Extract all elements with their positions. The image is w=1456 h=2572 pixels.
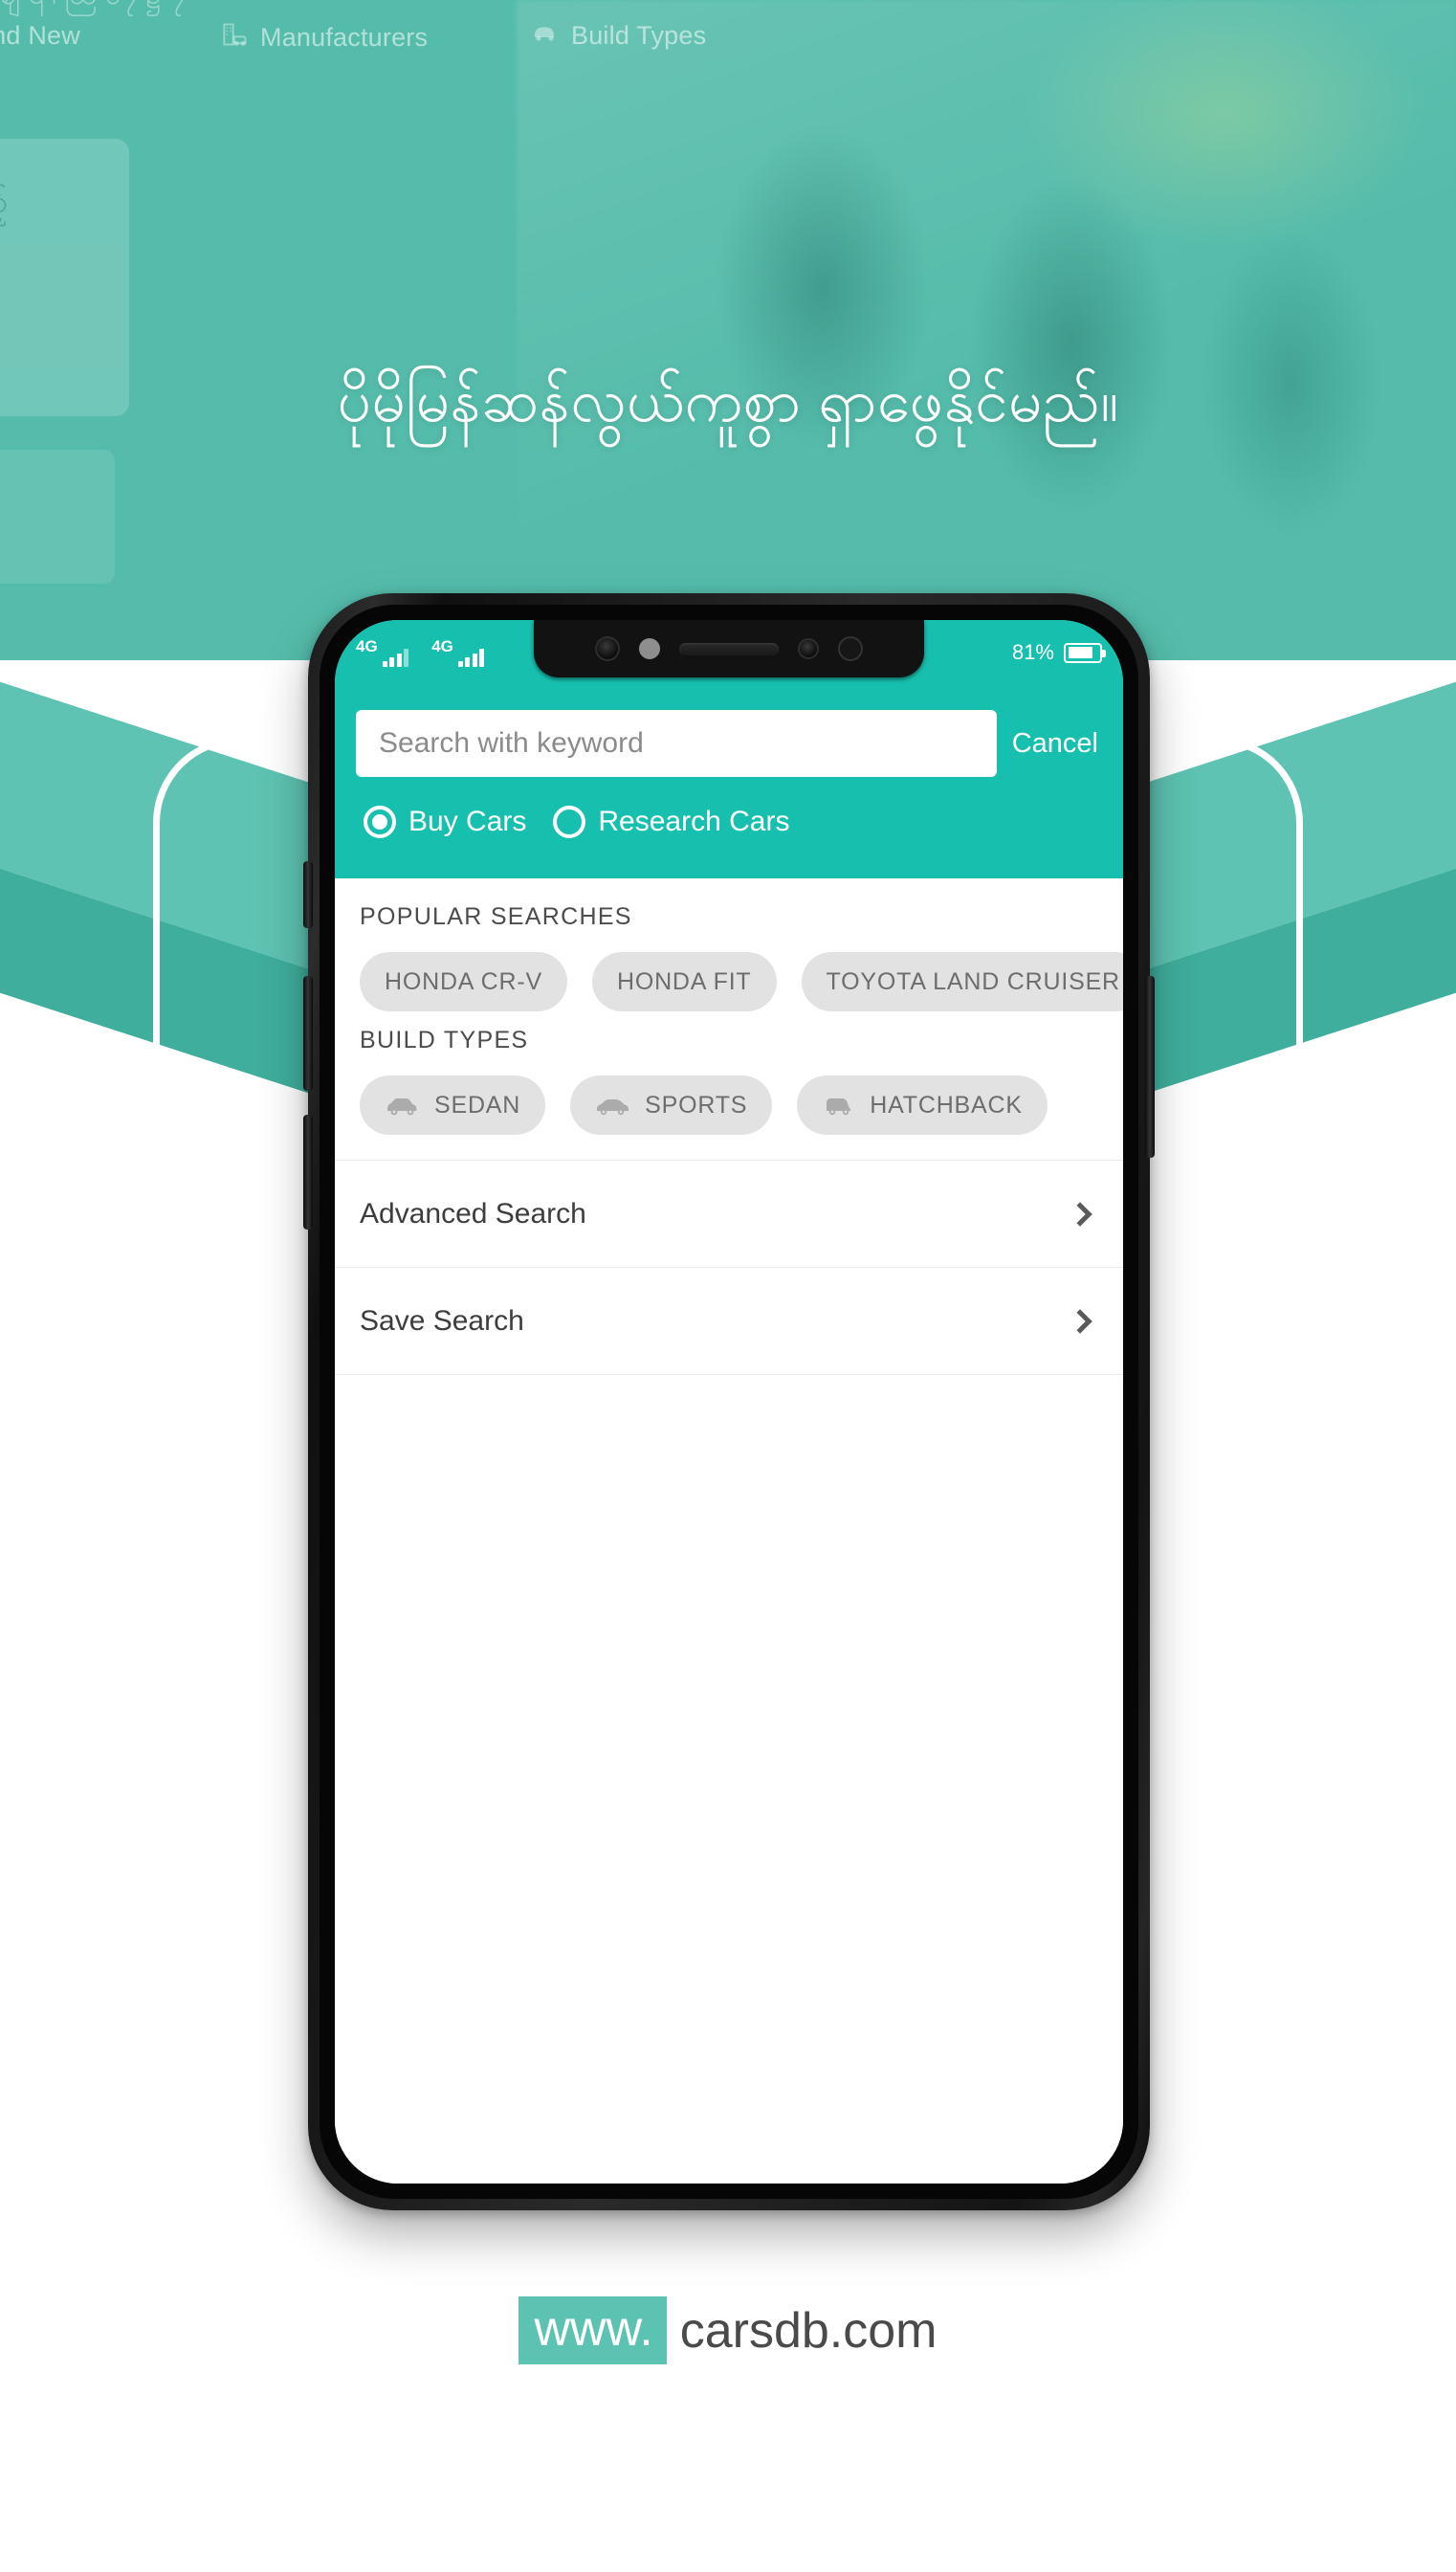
phone-button-power[interactable] <box>1145 976 1155 1158</box>
chip-label: TOYOTA LAND CRUISER <box>826 967 1120 995</box>
build-type-chip-sedan[interactable]: SEDAN <box>360 1075 546 1135</box>
radio-unselected-icon <box>553 806 586 838</box>
url-highlight-www: www. <box>518 2296 667 2364</box>
chevron-right-icon <box>1068 1201 1092 1227</box>
build-type-chip-sports[interactable]: SPORTS <box>570 1075 773 1135</box>
chip-label: HONDA FIT <box>616 967 752 995</box>
list-item-advanced-search[interactable]: Advanced Search <box>335 1161 1123 1268</box>
radio-option-research-cars[interactable]: Research Cars <box>553 806 789 838</box>
search-placeholder: Search with keyword <box>379 727 644 759</box>
signal-indicator-sim2: 4G <box>431 637 485 667</box>
poster-canvas: ဈ ၎ ၊ ဩ ဝ၇ ၌ ၇ and New Manufacturers <box>0 0 1456 2572</box>
radio-selected-icon <box>364 806 396 838</box>
signal-indicator-sim1: 4G <box>356 637 409 667</box>
signal-bars-icon-sim2 <box>457 648 485 667</box>
build-types-chips: SEDAN SPORTS HATCHBACK <box>335 1054 1123 1144</box>
phone-button-volume-down[interactable] <box>303 1115 313 1230</box>
radio-label-buy-cars: Buy Cars <box>408 806 527 837</box>
list-item-save-search[interactable]: Save Search <box>335 1268 1123 1375</box>
chevron-right-icon <box>1068 1308 1092 1334</box>
popular-search-chip[interactable]: HONDA FIT <box>591 952 777 1011</box>
hatchback-car-icon <box>822 1094 856 1117</box>
search-content-panel: POPULAR SEARCHES HONDA CR-V HONDA FIT TO… <box>335 878 1123 2184</box>
background-clipped-top-text: ဈ ၎ ၊ ဩ ဝ၇ ၌ ၇ <box>0 0 1456 29</box>
clipped-top-text-label: ဈ ၎ ၊ ဩ ဝ၇ ၌ ၇ <box>0 0 186 18</box>
phone-button-mute[interactable] <box>303 861 313 928</box>
popular-searches-chips: HONDA CR-V HONDA FIT TOYOTA LAND CRUISER <box>335 931 1123 1021</box>
cancel-button[interactable]: Cancel <box>1012 728 1102 760</box>
earpiece-speaker-icon <box>679 642 779 655</box>
phone-mockup: Search with keyword Cancel Buy Cars Rese… <box>303 593 1155 2210</box>
battery-icon <box>1064 642 1106 663</box>
proximity-sensor-icon <box>639 638 660 659</box>
search-input[interactable]: Search with keyword <box>356 710 997 777</box>
background-card-text: ကြည့် <box>0 182 8 229</box>
chip-label: HATCHBACK <box>870 1091 1023 1119</box>
build-types-title: BUILD TYPES <box>360 1027 529 1053</box>
signal-bars-icon-sim1 <box>382 648 409 667</box>
phone-screen: Search with keyword Cancel Buy Cars Rese… <box>335 620 1123 2184</box>
light-sensor-icon <box>838 636 863 661</box>
phone-button-volume-up[interactable] <box>303 976 313 1091</box>
popular-search-chip[interactable]: HONDA CR-V <box>360 952 567 1011</box>
sedan-car-icon <box>385 1094 421 1117</box>
headline-text: ပိုမိုမြန်ဆန်လွယ်ကူစွာ ရှာဖွေနိုင်မည်။ <box>337 368 1119 434</box>
signal-label-sim2: 4G <box>431 637 453 655</box>
search-row: Search with keyword Cancel <box>335 710 1123 777</box>
sports-car-icon <box>595 1094 631 1117</box>
front-camera-icon <box>595 636 620 661</box>
signal-label-sim1: 4G <box>356 637 378 655</box>
chip-label: HONDA CR-V <box>385 967 542 995</box>
phone-notch <box>534 620 924 677</box>
radio-label-research-cars: Research Cars <box>598 806 790 837</box>
popular-searches-title: POPULAR SEARCHES <box>360 903 632 930</box>
radio-option-buy-cars[interactable]: Buy Cars <box>364 806 526 838</box>
footer-url: www. carsdb.com <box>0 2296 1456 2364</box>
list-item-label: Save Search <box>360 1304 524 1337</box>
url-domain: carsdb.com <box>679 2302 938 2359</box>
build-type-chip-hatchback[interactable]: HATCHBACK <box>797 1075 1048 1135</box>
secondary-camera-icon <box>798 638 819 659</box>
popular-search-chip[interactable]: TOYOTA LAND CRUISER <box>801 952 1123 1011</box>
chip-label: SEDAN <box>434 1091 521 1119</box>
list-item-label: Advanced Search <box>360 1197 586 1230</box>
background-floating-card-secondary <box>0 450 115 584</box>
chip-label: SPORTS <box>645 1091 748 1119</box>
search-mode-radio-group: Buy Cars Research Cars <box>335 806 1123 838</box>
battery-percent-label: 81% <box>1011 640 1054 664</box>
